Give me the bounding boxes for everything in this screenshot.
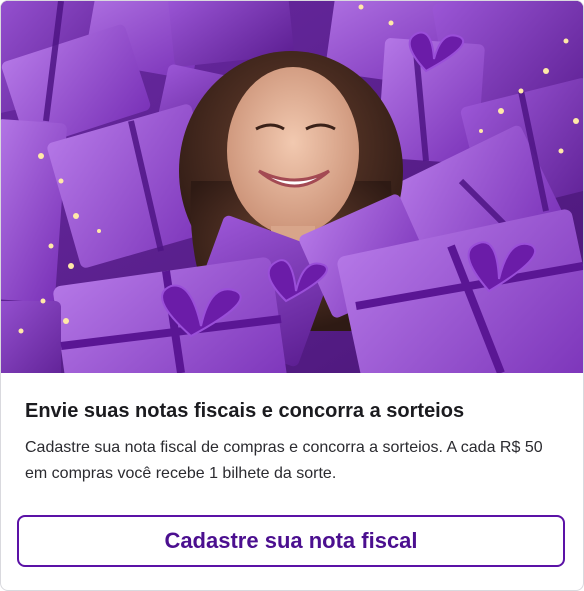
promo-card: Envie suas notas fiscais e concorra a so…	[0, 0, 584, 591]
hero-image	[1, 1, 583, 373]
promo-content: Envie suas notas fiscais e concorra a so…	[1, 399, 583, 487]
promo-description: Cadastre sua nota fiscal de compras e co…	[25, 439, 543, 482]
register-receipt-button[interactable]: Cadastre sua nota fiscal	[17, 515, 565, 567]
promo-title: Envie suas notas fiscais e concorra a so…	[25, 400, 465, 422]
gift-boxes-illustration	[1, 1, 583, 373]
